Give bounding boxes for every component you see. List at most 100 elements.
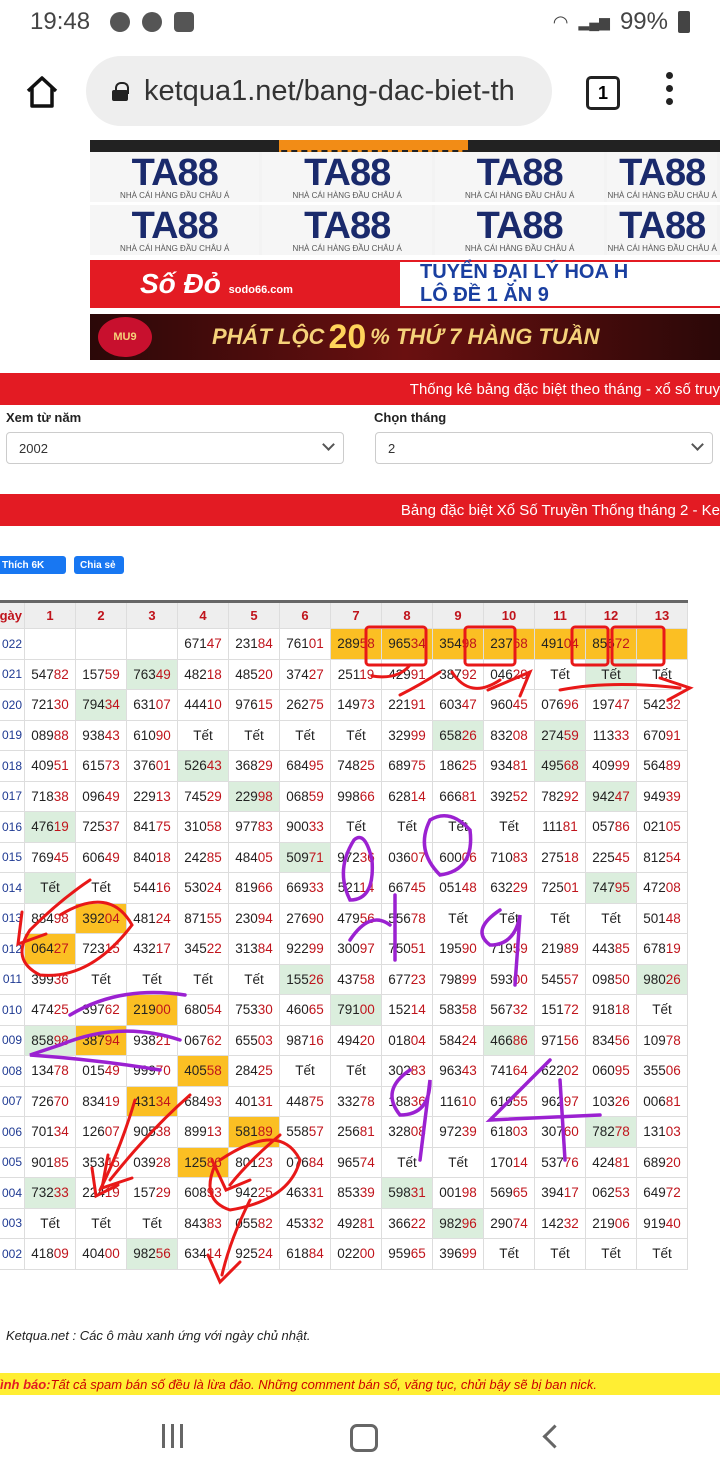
result-cell: 23184	[228, 628, 280, 660]
address-bar[interactable]: ketqua1.net/bang-dac-biet-th	[86, 56, 552, 126]
year-cell[interactable]: 010	[0, 994, 25, 1026]
result-cell: 84018	[126, 841, 178, 873]
result-prefix: 670	[643, 727, 666, 743]
result-cell: 14232	[534, 1207, 586, 1239]
result-cell: 09850	[585, 963, 637, 995]
result-cell: 65503	[228, 1024, 280, 1056]
result-last-two: 66	[257, 880, 273, 896]
result-cell: 96343	[432, 1055, 484, 1087]
year-cell[interactable]: 011	[0, 963, 25, 995]
year-cell[interactable]: 009	[0, 1024, 25, 1056]
year-cell[interactable]: 002	[0, 1238, 25, 1270]
recent-apps-icon[interactable]	[162, 1424, 188, 1448]
year-cell[interactable]: 017	[0, 780, 25, 812]
result-last-two: 58	[206, 1063, 222, 1079]
result-prefix: 076	[541, 697, 564, 713]
result-cell: 19590	[432, 933, 484, 965]
result-cell: 39936	[24, 963, 76, 995]
year-cell[interactable]: 016	[0, 811, 25, 843]
result-cell: 63414	[177, 1238, 229, 1270]
year-select[interactable]: 2002	[6, 432, 344, 464]
year-cell[interactable]: 007	[0, 1085, 25, 1117]
result-last-two: 25	[257, 1185, 273, 1201]
result-prefix: 798	[439, 971, 462, 987]
ad-strip[interactable]	[90, 140, 720, 152]
result-prefix: 901	[31, 1154, 54, 1170]
result-last-two: 58	[461, 1002, 477, 1018]
result-last-two: 55	[206, 910, 222, 926]
result-last-two: 47	[206, 636, 222, 652]
facebook-share-button[interactable]: Chia sẻ	[74, 556, 124, 574]
more-menu-icon[interactable]	[664, 72, 674, 112]
result-cell: 32808	[381, 1116, 433, 1148]
result-cell: 58189	[228, 1116, 280, 1148]
result-cell	[75, 628, 127, 660]
year-cell[interactable]: 018	[0, 750, 25, 782]
result-cell: Tết	[228, 963, 280, 995]
year-cell[interactable]: 014	[0, 872, 25, 904]
result-last-two: 15	[104, 941, 120, 957]
year-cell[interactable]: 020	[0, 689, 25, 721]
year-cell[interactable]: 019	[0, 719, 25, 751]
result-cell: 48405	[228, 841, 280, 873]
ta88-banner[interactable]: TA88 NHÀ CÁI HÀNG ĐẦU CHÂU Á TA88 NHÀ CÁI …	[90, 152, 720, 205]
result-last-two: 82	[53, 666, 69, 682]
result-cell: 38794	[75, 1024, 127, 1056]
sodo-banner[interactable]: Số Đỏ sodo66.com TUYỂN ĐẠI LÝ HOA H LÔ Đ…	[90, 260, 720, 308]
result-last-two: 36	[359, 849, 375, 865]
result-last-two: 58	[206, 819, 222, 835]
year-cell[interactable]: 013	[0, 902, 25, 934]
year-cell[interactable]: 015	[0, 841, 25, 873]
year-cell[interactable]: 003	[0, 1207, 25, 1239]
year-cell[interactable]: 006	[0, 1116, 25, 1148]
year-cell[interactable]: 022	[0, 628, 25, 660]
home-button-icon[interactable]	[350, 1424, 378, 1452]
result-prefix: 474	[31, 1002, 54, 1018]
result-cell: 22545	[585, 841, 637, 873]
result-prefix: 409	[592, 758, 615, 774]
result-prefix: 230	[235, 910, 258, 926]
result-last-two: 05	[257, 849, 273, 865]
result-prefix: 055	[235, 1215, 258, 1231]
result-cell: 04629	[483, 658, 535, 690]
result-prefix: 567	[490, 1002, 513, 1018]
result-last-two: 29	[155, 1185, 171, 1201]
result-cell: 12586	[177, 1146, 229, 1178]
result-cell: 53776	[534, 1146, 586, 1178]
facebook-like-button[interactable]: Thích 6K	[0, 556, 66, 574]
result-last-two: 07	[410, 849, 426, 865]
result-cell: Tết	[432, 811, 484, 843]
result-last-two: 03	[257, 1032, 273, 1048]
result-last-two: 55	[512, 1093, 528, 1109]
result-prefix: 284	[235, 1063, 258, 1079]
result-last-two: 38	[155, 1124, 171, 1140]
result-prefix: 251	[337, 666, 360, 682]
ta88-banner[interactable]: TA88 NHÀ CÁI HÀNG ĐẦU CHÂU Á TA88 NHÀ CÁI …	[90, 205, 720, 258]
chat-icon	[110, 12, 130, 32]
result-last-two: 91	[665, 727, 681, 743]
month-select[interactable]: 2	[375, 432, 713, 464]
tab-switcher-button[interactable]: 1	[586, 76, 620, 110]
table-row: 020 72130 79434 63107 44410 97615 26275 14973 22…	[0, 689, 688, 721]
year-cell[interactable]: 008	[0, 1055, 25, 1087]
result-prefix: 492	[337, 1215, 360, 1231]
home-icon[interactable]	[24, 74, 60, 110]
year-cell[interactable]: 005	[0, 1146, 25, 1178]
result-cell: Tết	[279, 719, 331, 751]
result-cell: Tết	[330, 719, 382, 751]
result-cell: 98296	[432, 1207, 484, 1239]
result-cell: 21989	[534, 933, 586, 965]
result-cell: 36829	[228, 750, 280, 782]
result-cell: 85339	[330, 1177, 382, 1209]
phatloc-banner[interactable]: MU9 PHÁT LỘC 20 % THỨ 7 HÀNG TUẦN	[90, 314, 720, 360]
year-cell[interactable]: 012	[0, 933, 25, 965]
result-cell: 46065	[279, 994, 331, 1026]
result-cell: 79899	[432, 963, 484, 995]
year-cell[interactable]: 021	[0, 658, 25, 690]
result-last-two: 06	[461, 849, 477, 865]
result-cell: 02200	[330, 1238, 382, 1270]
back-icon[interactable]	[542, 1424, 567, 1449]
result-cell: 07696	[534, 689, 586, 721]
status-right: ◠ ▂▄▆ 99%	[553, 8, 690, 36]
year-cell[interactable]: 004	[0, 1177, 25, 1209]
